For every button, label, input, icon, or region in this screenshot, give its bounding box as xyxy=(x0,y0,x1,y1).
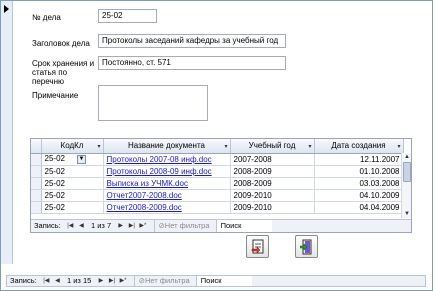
column-header-label: Дата создания xyxy=(331,141,386,151)
case-number-field[interactable]: 25-02 xyxy=(98,9,157,23)
nav-new-icon[interactable]: ▶* xyxy=(119,276,128,286)
nav-prev-icon[interactable]: ◀ xyxy=(53,276,62,286)
exit-door-icon xyxy=(300,239,312,255)
column-header-label: КодКл xyxy=(60,141,84,151)
nav-first-icon[interactable]: |◀ xyxy=(66,220,75,232)
record-label: Запись: xyxy=(34,221,61,230)
record-counter[interactable]: 1 из 15 xyxy=(64,276,94,286)
case-number-label: № дела xyxy=(32,13,61,22)
code-cell[interactable]: 25-02 xyxy=(41,165,104,178)
sort-icon: ▾ xyxy=(308,144,312,150)
code-value: 25-02 xyxy=(44,154,65,164)
column-header-year[interactable]: Учебный год ▾ xyxy=(230,139,315,154)
scroll-up-icon[interactable]: ▲ xyxy=(403,153,411,161)
form-window: № дела 25-02 Заголовок дела Протоколы за… xyxy=(0,0,433,291)
row-selector[interactable] xyxy=(31,201,42,214)
nav-new-icon[interactable]: ▶* xyxy=(138,220,147,232)
column-header-date[interactable]: Дата создания ▾ xyxy=(314,139,404,154)
name-cell[interactable]: Протоколы 2007-08 инф.doc xyxy=(103,153,231,166)
sort-icon: ▾ xyxy=(397,144,401,150)
year-cell[interactable]: 2008-2009 xyxy=(230,177,315,190)
filter-indicator[interactable]: ⊘ Нет фильтра xyxy=(133,276,194,286)
row-selector[interactable] xyxy=(31,189,42,202)
document-link[interactable]: Отчет2007-2008.doc xyxy=(107,191,182,200)
nav-next-icon[interactable]: ▶ xyxy=(116,220,125,232)
code-cell[interactable]: 25-02 ▼ xyxy=(41,153,104,166)
main-record-navigator: Запись: |◀ ◀ 1 из 15 ▶ ▶| ▶* ⊘ Нет фильт… xyxy=(6,275,426,287)
date-cell[interactable]: 04.04.2009 xyxy=(314,201,404,214)
name-cell[interactable]: Выписка из УЧМК.doc xyxy=(103,177,231,190)
retention-field[interactable]: Постоянно, ст. 571 xyxy=(98,56,286,70)
search-box[interactable]: Поиск xyxy=(215,220,272,232)
vertical-scrollbar[interactable]: ▲ ▼ xyxy=(401,153,411,218)
record-selector[interactable] xyxy=(1,1,13,264)
date-cell[interactable]: 12.11.2007 xyxy=(314,153,404,166)
current-record-icon xyxy=(4,5,9,13)
name-cell[interactable]: Протоколы 2008-09 инф.doc xyxy=(103,165,231,178)
scroll-down-icon[interactable]: ▼ xyxy=(403,210,411,218)
year-cell[interactable]: 2009-2010 xyxy=(230,189,315,202)
code-cell[interactable]: 25-02 xyxy=(41,201,104,214)
scroll-thumb[interactable] xyxy=(403,162,411,182)
table-header-row: КодКл ▾ Название документа ▾ Учебный год ▾ … xyxy=(31,139,404,154)
date-cell[interactable]: 01.10.2008 xyxy=(314,165,404,178)
nav-last-icon[interactable]: ▶| xyxy=(107,276,116,286)
code-cell[interactable]: 25-02 xyxy=(41,177,104,190)
code-cell[interactable]: 25-02 xyxy=(41,189,104,202)
column-header-code[interactable]: КодКл ▾ xyxy=(41,139,104,154)
combo-dropdown-icon[interactable]: ▼ xyxy=(76,154,86,164)
row-selector[interactable] xyxy=(31,153,42,166)
document-link[interactable]: Выписка из УЧМК.doc xyxy=(107,179,188,188)
nav-last-icon[interactable]: ▶| xyxy=(127,220,136,232)
exit-button[interactable] xyxy=(295,235,318,258)
row-selector[interactable] xyxy=(31,177,42,190)
column-header-name[interactable]: Название документа ▾ xyxy=(103,139,231,154)
table-row[interactable]: 25-02 Отчет2007-2008.doc 2009-2010 04.10… xyxy=(31,189,404,202)
title-label: Заголовок дела xyxy=(32,39,90,48)
nav-next-icon[interactable]: ▶ xyxy=(96,276,105,286)
document-link[interactable]: Протоколы 2008-09 инф.doc xyxy=(107,167,212,176)
date-cell[interactable]: 04.10.2009 xyxy=(314,189,404,202)
year-cell[interactable]: 2009-2010 xyxy=(230,201,315,214)
open-document-button[interactable] xyxy=(246,235,269,258)
column-header-label: Название документа xyxy=(128,141,205,151)
table-row[interactable]: 25-02 Выписка из УЧМК.doc 2008-2009 03.0… xyxy=(31,177,404,190)
documents-table: КодКл ▾ Название документа ▾ Учебный год ▾ … xyxy=(31,139,404,214)
search-box[interactable]: Поиск xyxy=(195,276,252,286)
note-label: Примечание xyxy=(32,91,79,100)
name-cell[interactable]: Отчет2007-2008.doc xyxy=(103,189,231,202)
document-link[interactable]: Протоколы 2007-08 инф.doc xyxy=(107,155,212,164)
year-cell[interactable]: 2007-2008 xyxy=(230,153,315,166)
sort-icon: ▾ xyxy=(224,144,228,150)
table-row[interactable]: 25-02 Отчет2008-2009.doc 2009-2010 04.04… xyxy=(31,201,404,214)
select-all-cell[interactable] xyxy=(31,139,42,154)
document-icon xyxy=(251,239,264,254)
year-cell[interactable]: 2008-2009 xyxy=(230,165,315,178)
column-header-label: Учебный год xyxy=(248,141,296,151)
documents-subform: КодКл ▾ Название документа ▾ Учебный год ▾ … xyxy=(30,138,412,233)
retention-label: Срок хранения и статья по перечню xyxy=(32,59,95,86)
filter-label: Нет фильтра xyxy=(164,221,210,230)
sort-icon: ▾ xyxy=(97,144,101,150)
row-selector[interactable] xyxy=(31,165,42,178)
title-field[interactable]: Протоколы заседаний кафедры за учебный г… xyxy=(98,34,286,48)
date-cell[interactable]: 03.03.2008 xyxy=(314,177,404,190)
note-field[interactable] xyxy=(98,85,208,121)
table-row[interactable]: 25-02 ▼ Протоколы 2007-08 инф.doc 2007-20… xyxy=(31,153,404,166)
record-counter[interactable]: 1 из 7 xyxy=(88,220,114,232)
nav-prev-icon[interactable]: ◀ xyxy=(77,220,86,232)
table-row[interactable]: 25-02 Протоколы 2008-09 инф.doc 2008-200… xyxy=(31,165,404,178)
nav-first-icon[interactable]: |◀ xyxy=(42,276,51,286)
name-cell[interactable]: Отчет2008-2009.doc xyxy=(103,201,231,214)
filter-indicator[interactable]: ⊘ Нет фильтра xyxy=(153,220,214,232)
subform-record-navigator: Запись: |◀ ◀ 1 из 7 ▶ ▶| ▶* ⊘ Нет фильтр… xyxy=(31,219,411,232)
document-link[interactable]: Отчет2008-2009.doc xyxy=(107,203,182,212)
record-label: Запись: xyxy=(10,276,37,285)
filter-label: Нет фильтра xyxy=(144,276,190,285)
